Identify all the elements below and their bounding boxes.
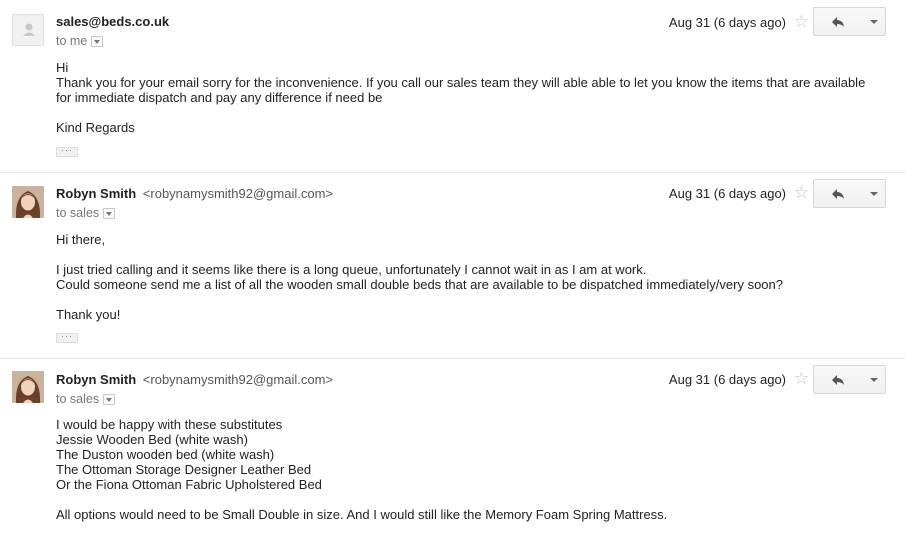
message-date: Aug 31 (6 days ago) [668,186,786,201]
reply-arrow-icon [832,188,844,199]
show-trimmed-content-button[interactable]: ··· [56,332,78,343]
sender[interactable]: Robyn Smith <robynamysmith92@gmail.com> [56,186,333,201]
show-details-caret-icon[interactable] [103,393,116,405]
more-options-button[interactable] [862,365,886,394]
star-icon[interactable]: ☆ [794,370,809,387]
body-paragraph: I just tried calling and it seems like t… [56,262,783,292]
sender-name: sales@beds.co.uk [56,14,170,29]
sender-email: <robynamysmith92@gmail.com> [142,186,334,201]
recipient-line: to sales [56,392,116,406]
recipient-line: to sales [56,206,116,220]
show-trimmed-content-button[interactable]: ··· [56,146,78,157]
email-message-2: Robyn Smith <robynamysmith92@gmail.com> … [0,172,905,358]
body-paragraph: All options would need to be Small Doubl… [56,507,668,522]
avatar[interactable] [12,186,44,218]
generic-person-icon[interactable] [12,14,44,46]
more-options-button[interactable] [862,179,886,208]
avatar[interactable] [12,371,44,403]
sender-email: <robynamysmith92@gmail.com> [142,372,334,387]
more-options-button[interactable] [862,7,886,36]
body-paragraph: Kind Regards [56,120,135,135]
email-message-1: sales@beds.co.uk to me Aug 31 (6 days ag… [0,0,905,172]
message-date: Aug 31 (6 days ago) [668,15,786,30]
reply-button[interactable] [813,365,863,394]
message-body: I would be happy with these substitutes … [56,417,876,522]
recipient-label: to sales [56,392,100,406]
recipient-label: to sales [56,206,100,220]
body-paragraph: Hi [56,60,69,75]
message-date: Aug 31 (6 days ago) [668,372,786,387]
show-details-caret-icon[interactable] [103,207,116,219]
show-details-caret-icon[interactable] [91,35,104,47]
recipient-label: to me [56,34,88,48]
message-body: Hi Thank you for your email sorry for th… [56,60,876,135]
reply-button[interactable] [813,7,863,36]
body-paragraph: Hi there, [56,232,106,247]
sender[interactable]: Robyn Smith <robynamysmith92@gmail.com> [56,372,333,387]
sender[interactable]: sales@beds.co.uk [56,14,169,29]
message-body: Hi there, I just tried calling and it se… [56,232,876,322]
body-paragraph: Thank you for your email sorry for the i… [56,75,866,105]
sender-name: Robyn Smith [56,186,137,201]
body-paragraph: I would be happy with these substitutes … [56,417,322,492]
sender-name: Robyn Smith [56,372,137,387]
body-paragraph: Thank you! [56,307,121,322]
reply-arrow-icon [832,16,844,27]
star-icon[interactable]: ☆ [794,184,809,201]
reply-arrow-icon [832,374,844,385]
reply-button[interactable] [813,179,863,208]
star-icon[interactable]: ☆ [794,13,809,30]
email-message-3: Robyn Smith <robynamysmith92@gmail.com> … [0,358,905,534]
recipient-line: to me [56,34,104,48]
